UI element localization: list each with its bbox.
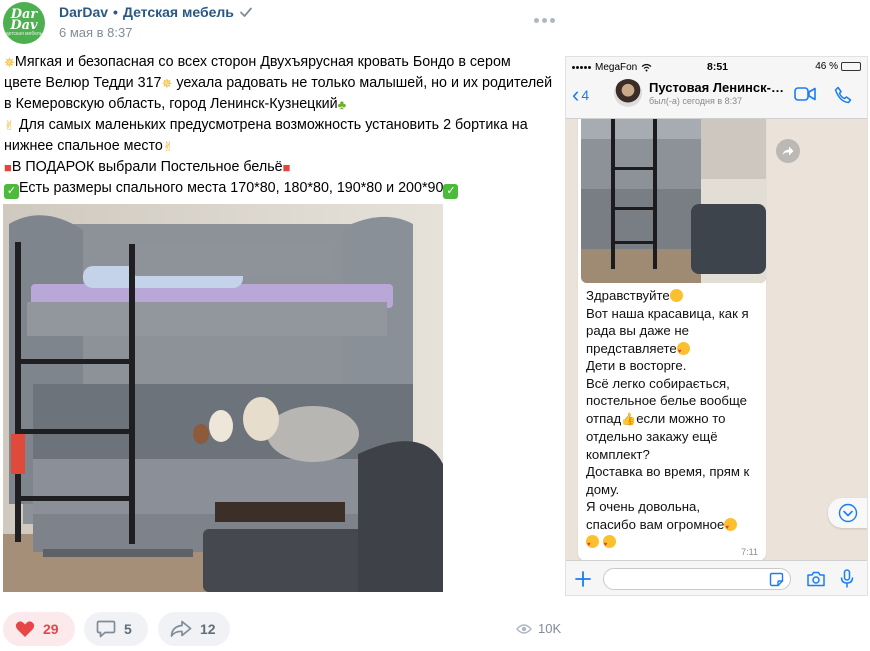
sticker-icon[interactable]	[769, 572, 784, 587]
heart-icon	[15, 621, 35, 637]
group-name[interactable]: Детская мебель	[123, 4, 234, 20]
message-photo[interactable]	[581, 119, 766, 283]
message-bubble[interactable]: Здравствуйте Вот наша красавица, как я р…	[578, 119, 766, 561]
victory-hand-icon: ✌	[4, 118, 15, 133]
status-bar: MegaFon 8:51 46 %	[566, 57, 867, 77]
chevron-left-icon: ‹	[572, 82, 580, 107]
sparkle-icon: ✵	[161, 76, 173, 91]
smiling-hearts-emoji-icon	[586, 535, 599, 555]
forward-button[interactable]	[776, 139, 800, 163]
eye-icon	[516, 623, 532, 634]
post-text-line: ✵Мягкая и безопасная со всех сторон Двух…	[4, 54, 511, 70]
comment-button[interactable]: 5	[84, 612, 148, 646]
smiling-hearts-emoji-icon	[724, 517, 738, 537]
bed-photo-thumbnail	[581, 119, 766, 283]
author-separator: •	[113, 4, 118, 20]
battery-percent: 46 %	[815, 61, 838, 72]
scroll-down-button[interactable]	[828, 498, 867, 528]
post-text-line: цвете Велюр Тедди 317✵ уехала радовать н…	[4, 75, 553, 91]
phone-call-icon[interactable]	[834, 86, 852, 104]
camera-icon[interactable]	[806, 571, 826, 587]
group-avatar[interactable]: Dar Dav детская мебель	[3, 2, 45, 44]
last-seen: был(-а) сегодня в 8:37	[649, 96, 743, 106]
thumbs-up-emoji-icon: 👍	[621, 411, 637, 426]
sparkle-icon: ✵	[4, 55, 15, 70]
battery-icon	[841, 62, 861, 71]
bunk-bed-image	[3, 204, 443, 592]
tree-icon: ♣	[337, 97, 347, 112]
message-input[interactable]	[603, 568, 791, 590]
avatar-logo-bottom: Dav	[10, 18, 38, 33]
gift-icon: ■	[4, 160, 12, 175]
message-text: Здравствуйте Вот наша красавица, как я р…	[586, 287, 762, 555]
status-right: 46 %	[815, 61, 861, 72]
bed-photo[interactable]	[3, 204, 443, 592]
check-mark-icon: ✓	[4, 184, 19, 199]
contact-avatar[interactable]	[614, 79, 642, 107]
more-options-button[interactable]	[534, 15, 556, 25]
post-date[interactable]: 6 мая в 8:37	[59, 25, 132, 40]
smiling-hearts-emoji-icon	[602, 535, 616, 555]
post-text-line: ■В ПОДАРОК выбрали Постельное бельё■	[4, 159, 291, 175]
plus-icon[interactable]	[575, 571, 591, 587]
post-text-line: в Кемеровскую область, город Ленинск-Куз…	[4, 96, 347, 112]
microphone-icon[interactable]	[840, 569, 854, 589]
chat-screenshot[interactable]: MegaFon 8:51 46 % ‹ 4 Пустовая Ленинск-……	[565, 56, 868, 596]
comment-count: 5	[124, 621, 132, 637]
like-count: 29	[43, 621, 59, 637]
share-icon	[170, 620, 192, 637]
post-text: ✵Мягкая и безопасная со всех сторон Двух…	[4, 52, 564, 199]
share-button[interactable]: 12	[158, 612, 230, 646]
post-text-line: ✌ Для самых маленьких предусмотрена возм…	[4, 117, 528, 133]
chat-header: ‹ 4 Пустовая Ленинск-… был(-а) сегодня в…	[566, 77, 867, 119]
check-mark-icon: ✓	[443, 184, 459, 199]
views-count: 10K	[538, 621, 562, 636]
message-time: 7:11	[741, 547, 758, 557]
smiling-hearts-emoji-icon	[676, 341, 690, 361]
forward-icon	[782, 146, 794, 156]
author-name[interactable]: DarDav	[59, 4, 108, 20]
share-count: 12	[200, 621, 216, 637]
gift-icon: ■	[282, 160, 291, 175]
vk-post: Dar Dav детская мебель DarDav • Детская …	[0, 0, 870, 651]
avatar-logo-sub: детская мебель	[5, 31, 43, 37]
like-button[interactable]: 29	[3, 612, 75, 646]
back-button[interactable]: ‹ 4	[572, 82, 590, 107]
comment-icon	[96, 620, 116, 638]
post-text-line: ✓ Есть размеры спального места 170*80, 18…	[4, 178, 564, 199]
back-count: 4	[581, 87, 590, 103]
post-author[interactable]: DarDav • Детская мебель	[59, 4, 253, 20]
chat-input-bar	[566, 560, 867, 595]
verified-icon	[239, 7, 252, 17]
post-text-line: нижнее спальное место✌	[4, 138, 174, 154]
views-counter: 10K	[516, 621, 561, 636]
smile-emoji-icon	[669, 289, 683, 302]
victory-hand-icon: ✌	[162, 139, 174, 154]
video-call-icon[interactable]	[794, 86, 816, 102]
chevron-down-icon	[838, 503, 858, 523]
contact-name[interactable]: Пустовая Ленинск-…	[649, 80, 789, 95]
